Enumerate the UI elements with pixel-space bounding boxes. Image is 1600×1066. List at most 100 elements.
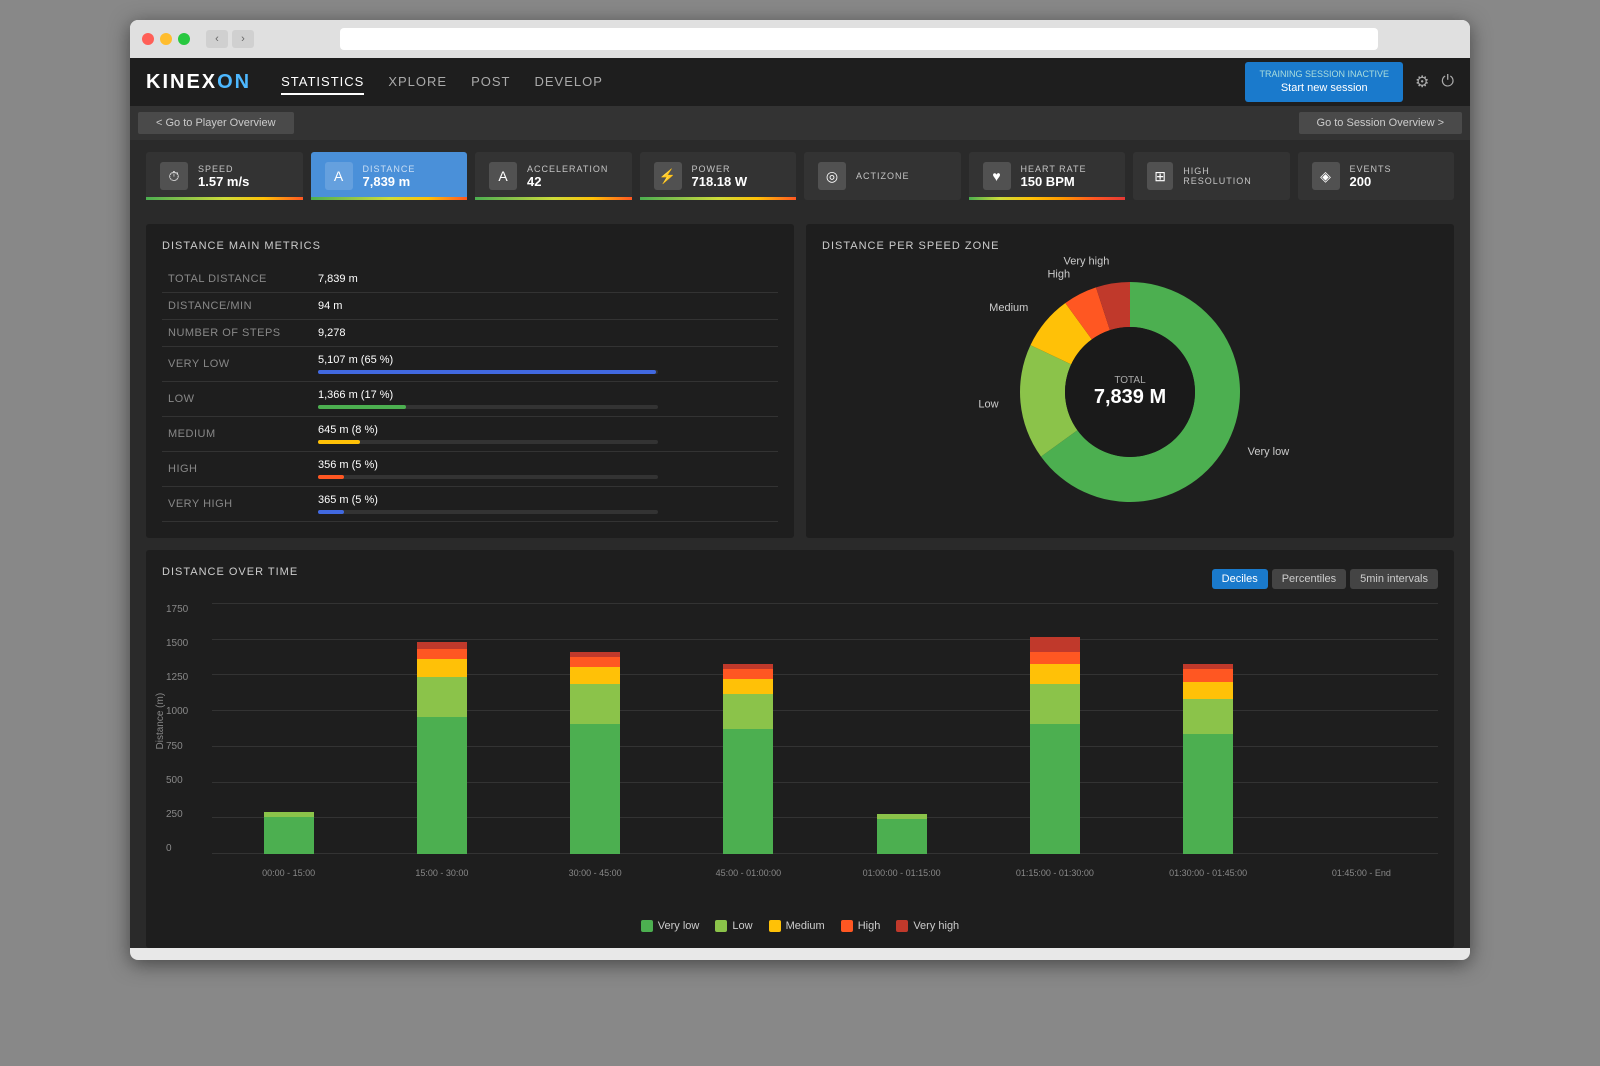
bar-segment	[570, 724, 620, 854]
chart-tabs: DecilesPercentiles5min intervals	[1212, 569, 1438, 589]
chart-tab-5min-intervals[interactable]: 5min intervals	[1350, 569, 1438, 589]
main-content: DISTANCE MAIN METRICS TOTAL DISTANCE 7,8…	[130, 212, 1470, 550]
tile-label-events: EVENTS	[1350, 164, 1392, 174]
start-session-button[interactable]: TRAINING SESSION INACTIVE Start new sess…	[1245, 62, 1403, 102]
tile-icon-distance: A	[325, 162, 353, 190]
settings-icon[interactable]: ⚙	[1415, 72, 1429, 92]
top-nav: KINEXON STATISTICS XPLORE POST DEVELOP T…	[130, 58, 1470, 106]
metric-value: 9,278	[312, 320, 778, 347]
bar-group: 01:45:00 - End	[1285, 604, 1438, 854]
x-label: 15:00 - 30:00	[415, 868, 468, 878]
metric-tile-power[interactable]: ⚡ POWER 718.18 W	[640, 152, 797, 200]
tile-info-speed: SPEED 1.57 m/s	[198, 164, 249, 189]
donut-label-medium: Medium	[989, 302, 1028, 314]
tile-value-acceleration: 42	[527, 174, 608, 189]
legend-item-high: High	[841, 920, 881, 932]
metric-value: 94 m	[312, 293, 778, 320]
bar-stack	[264, 812, 314, 855]
metric-value: 356 m (5 %)	[312, 452, 778, 487]
x-label: 01:00:00 - 01:15:00	[863, 868, 941, 878]
bar-segment	[723, 669, 773, 679]
metric-label: NUMBER OF STEPS	[162, 320, 312, 347]
bar-segment	[417, 642, 467, 650]
metric-tile-highres[interactable]: ⊞ HIGH RESOLUTION	[1133, 152, 1290, 200]
metric-tile-distance[interactable]: A DISTANCE 7,839 m	[311, 152, 468, 200]
tile-icon-speed: ⏱	[160, 162, 188, 190]
url-bar[interactable]	[340, 28, 1378, 50]
y-label: 1250	[166, 672, 188, 683]
legend-item-very-low: Very low	[641, 920, 700, 932]
chart-tab-deciles[interactable]: Deciles	[1212, 569, 1268, 589]
tile-icon-acceleration: A	[489, 162, 517, 190]
tile-info-acceleration: ACCELERATION 42	[527, 164, 608, 189]
metric-label: MEDIUM	[162, 417, 312, 452]
back-arrow[interactable]: ‹	[206, 30, 228, 48]
metric-tile-acceleration[interactable]: A ACCELERATION 42	[475, 152, 632, 200]
bar-group: 00:00 - 15:00	[212, 604, 365, 854]
nav-develop[interactable]: DEVELOP	[534, 70, 602, 95]
tile-info-highres: HIGH RESOLUTION	[1183, 166, 1275, 186]
tile-label-acceleration: ACCELERATION	[527, 164, 608, 174]
tile-label-heartrate: HEART RATE	[1021, 164, 1087, 174]
chart-header: DISTANCE OVER TIME DecilesPercentiles5mi…	[162, 566, 1438, 592]
chart-title: DISTANCE OVER TIME	[162, 566, 298, 578]
bar-segment	[1183, 699, 1233, 734]
minimize-button[interactable]	[160, 33, 172, 45]
breadcrumb-left[interactable]: < Go to Player Overview	[138, 112, 294, 134]
bar-segment	[1183, 669, 1233, 682]
donut-wrapper: Very lowLowMediumHighVery high TOTAL 7,8…	[822, 272, 1438, 512]
donut-label-low: Low	[978, 398, 998, 410]
tile-label-distance: DISTANCE	[363, 164, 416, 174]
window-chrome: ‹ › KINEXON STATISTICS XPLORE POST DEVEL…	[130, 20, 1470, 960]
bar-stack	[723, 664, 773, 854]
metric-tile-heartrate[interactable]: ♥ HEART RATE 150 BPM	[969, 152, 1126, 200]
x-label: 01:15:00 - 01:30:00	[1016, 868, 1094, 878]
nav-post[interactable]: POST	[471, 70, 510, 95]
bar-segment	[417, 659, 467, 677]
metric-tile-speed[interactable]: ⏱ SPEED 1.57 m/s	[146, 152, 303, 200]
metric-tile-actizone[interactable]: ◎ ACTIZONE	[804, 152, 961, 200]
maximize-button[interactable]	[178, 33, 190, 45]
metric-value: 5,107 m (65 %)	[312, 347, 778, 382]
legend-label: Very high	[913, 920, 959, 932]
metric-tile-events[interactable]: ◈ EVENTS 200	[1298, 152, 1455, 200]
metric-value: 7,839 m	[312, 266, 778, 293]
y-label: 0	[166, 843, 188, 854]
bar-segment	[1030, 652, 1080, 665]
app-body: KINEXON STATISTICS XPLORE POST DEVELOP T…	[130, 58, 1470, 948]
legend-dot	[641, 920, 653, 932]
table-row: DISTANCE/MIN 94 m	[162, 293, 778, 320]
metrics-table: TOTAL DISTANCE 7,839 m DISTANCE/MIN 94 m…	[162, 266, 778, 522]
tile-info-heartrate: HEART RATE 150 BPM	[1021, 164, 1087, 189]
legend-item-medium: Medium	[769, 920, 825, 932]
bar-segment	[877, 819, 927, 854]
breadcrumb-right[interactable]: Go to Session Overview >	[1299, 112, 1462, 134]
tile-info-events: EVENTS 200	[1350, 164, 1392, 189]
legend-label: Very low	[658, 920, 700, 932]
close-button[interactable]	[142, 33, 154, 45]
tile-info-power: POWER 718.18 W	[692, 164, 748, 189]
table-row: VERY LOW 5,107 m (65 %)	[162, 347, 778, 382]
power-icon[interactable]: ⏻	[1441, 73, 1454, 91]
nav-statistics[interactable]: STATISTICS	[281, 70, 364, 95]
bar-segment	[1030, 684, 1080, 724]
nav-xplore[interactable]: XPLORE	[388, 70, 447, 95]
forward-arrow[interactable]: ›	[232, 30, 254, 48]
legend-dot	[769, 920, 781, 932]
chart-panel: DISTANCE OVER TIME DecilesPercentiles5mi…	[146, 550, 1454, 948]
bar-segment	[723, 679, 773, 694]
legend-label: High	[858, 920, 881, 932]
chart-tab-percentiles[interactable]: Percentiles	[1272, 569, 1346, 589]
tile-value-events: 200	[1350, 174, 1392, 189]
bar-group: 01:30:00 - 01:45:00	[1132, 604, 1285, 854]
tile-icon-power: ⚡	[654, 162, 682, 190]
bar-group: 01:00:00 - 01:15:00	[825, 604, 978, 854]
legend-dot	[896, 920, 908, 932]
bar-stack	[877, 814, 927, 854]
bar-segment	[570, 657, 620, 667]
table-row: NUMBER OF STEPS 9,278	[162, 320, 778, 347]
legend-item-very-high: Very high	[896, 920, 959, 932]
metric-value: 365 m (5 %)	[312, 487, 778, 522]
nav-right: TRAINING SESSION INACTIVE Start new sess…	[1245, 62, 1454, 102]
metric-tiles: ⏱ SPEED 1.57 m/s A DISTANCE 7,839 m A AC…	[130, 140, 1470, 212]
